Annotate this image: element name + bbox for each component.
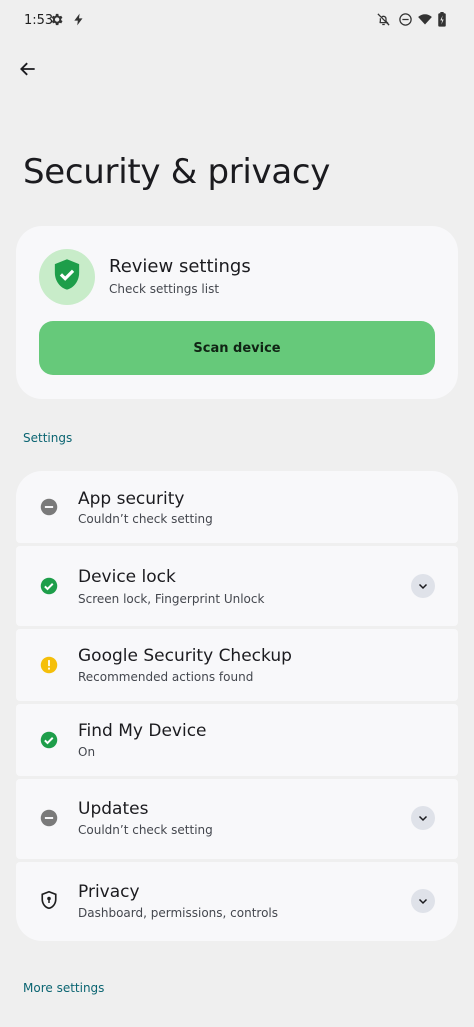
setting-title: App security (78, 489, 185, 509)
scan-device-button[interactable]: Scan device (39, 321, 435, 375)
arrow-back-icon (18, 59, 38, 83)
check-circle-icon (40, 731, 58, 749)
setting-subtitle: On (78, 745, 96, 759)
check-circle-icon (40, 577, 58, 595)
wifi-icon (417, 12, 433, 31)
setting-subtitle: Dashboard, permissions, controls (78, 906, 278, 920)
bolt-icon (72, 12, 86, 31)
settings-gear-icon (49, 12, 64, 31)
review-title: Review settings (109, 256, 251, 277)
setting-row-find-my-device[interactable]: Find My Device On (16, 704, 458, 776)
setting-subtitle: Couldn’t check setting (78, 823, 213, 837)
chevron-down-icon (417, 809, 429, 828)
setting-row-device-lock[interactable]: Device lock Screen lock, Fingerprint Unl… (16, 546, 458, 626)
chevron-down-icon (417, 577, 429, 596)
setting-title: Privacy (78, 882, 140, 902)
notifications-off-icon (376, 12, 391, 31)
setting-title: Device lock (78, 567, 176, 587)
shield-check-icon-container (39, 249, 95, 305)
settings-section-label: Settings (23, 431, 73, 445)
chevron-down-icon (417, 892, 429, 911)
battery-icon (437, 12, 447, 31)
setting-subtitle: Screen lock, Fingerprint Unlock (78, 592, 265, 606)
expand-button[interactable] (411, 806, 435, 830)
shield-lock-icon (40, 890, 58, 910)
alert-circle-icon (40, 656, 58, 674)
setting-row-app-security[interactable]: App security Couldn’t check setting (16, 471, 458, 543)
minus-circle-icon (40, 809, 58, 827)
review-subtitle: Check settings list (109, 282, 220, 296)
minus-circle-icon (40, 498, 58, 516)
expand-button[interactable] (411, 574, 435, 598)
setting-row-privacy[interactable]: Privacy Dashboard, permissions, controls (16, 862, 458, 941)
status-bar: 1:53 (0, 0, 474, 40)
setting-row-google-security-checkup[interactable]: Google Security Checkup Recommended acti… (16, 629, 458, 701)
back-button[interactable] (11, 54, 45, 88)
page-title: Security & privacy (23, 152, 331, 192)
shield-check-icon (52, 258, 82, 296)
do-not-disturb-icon (398, 12, 413, 31)
setting-title: Google Security Checkup (78, 646, 292, 666)
setting-title: Find My Device (78, 721, 207, 741)
setting-title: Updates (78, 799, 149, 819)
setting-row-updates[interactable]: Updates Couldn’t check setting (16, 779, 458, 859)
review-settings-card: Review settings Check settings list Scan… (16, 226, 458, 399)
setting-subtitle: Couldn’t check setting (78, 512, 213, 526)
setting-subtitle: Recommended actions found (78, 670, 254, 684)
more-settings-label[interactable]: More settings (23, 981, 104, 995)
expand-button[interactable] (411, 889, 435, 913)
